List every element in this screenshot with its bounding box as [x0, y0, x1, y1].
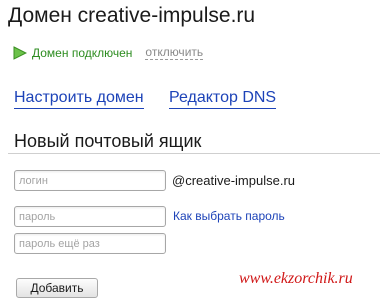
- domain-status-text: Домен подключен: [32, 46, 133, 60]
- password-help-link[interactable]: Как выбрать пароль: [173, 209, 285, 224]
- domain-suffix: @creative-impulse.ru: [172, 173, 296, 188]
- green-triangle-icon: [13, 46, 27, 60]
- watermark: www.ekzorchik.ru: [239, 270, 353, 287]
- add-button[interactable]: Добавить: [16, 278, 98, 298]
- dns-editor-link[interactable]: Редактор DNS: [169, 88, 277, 109]
- page-title: Домен creative-impulse.ru: [8, 4, 256, 27]
- login-input[interactable]: [14, 170, 166, 191]
- section-divider: [8, 153, 380, 154]
- password-input[interactable]: [14, 206, 166, 227]
- password-repeat-input[interactable]: [14, 233, 166, 254]
- configure-domain-link[interactable]: Настроить домен: [14, 88, 144, 109]
- domain-status: Домен подключен отключить: [13, 45, 204, 61]
- new-mailbox-title: Новый почтовый ящик: [14, 131, 202, 151]
- disconnect-link[interactable]: отключить: [145, 46, 204, 60]
